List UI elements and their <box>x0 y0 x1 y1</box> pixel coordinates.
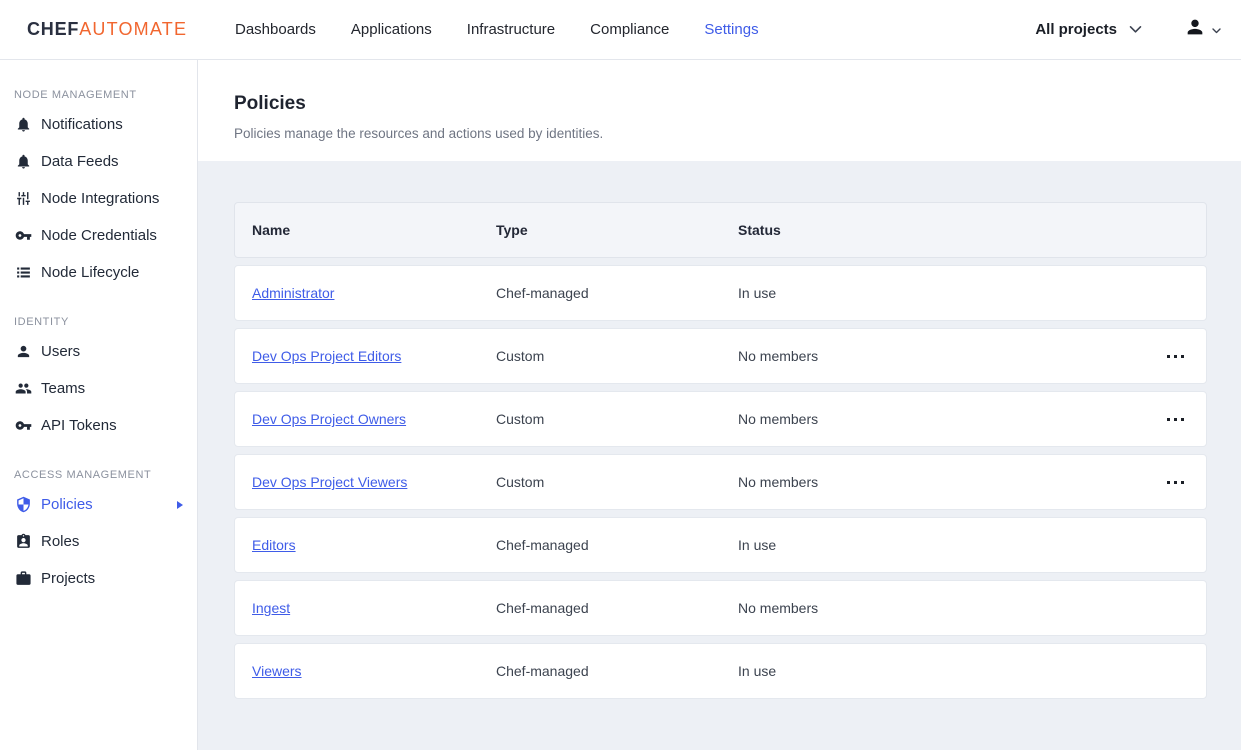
row-menu-button[interactable] <box>1161 410 1190 429</box>
sidebar-item-teams[interactable]: Teams <box>0 370 197 407</box>
table-row: Viewers Chef-managed In use <box>234 643 1207 699</box>
sidebar-item-label: Data Feeds <box>41 153 119 170</box>
badge-icon <box>14 533 32 551</box>
row-menu-button[interactable] <box>1161 473 1190 492</box>
table-row: Administrator Chef-managed In use <box>234 265 1207 321</box>
sidebar-item-label: Users <box>41 343 80 360</box>
policy-status: No members <box>738 411 1144 427</box>
policy-link[interactable]: Dev Ops Project Editors <box>252 348 401 364</box>
column-header-status: Status <box>738 222 1144 238</box>
sidebar-item-label: Node Integrations <box>41 190 159 207</box>
content-area: Name Type Status Administrator Chef-mana… <box>198 161 1241 750</box>
nav-dashboards[interactable]: Dashboards <box>235 21 316 38</box>
user-menu[interactable] <box>1184 16 1221 43</box>
table-row: Editors Chef-managed In use <box>234 517 1207 573</box>
sidebar-item-label: Teams <box>41 380 85 397</box>
table-row: Dev Ops Project Owners Custom No members <box>234 391 1207 447</box>
sidebar-item-label: API Tokens <box>41 417 117 434</box>
policy-type: Chef-managed <box>496 537 738 553</box>
sidebar-item-node-lifecycle[interactable]: Node Lifecycle <box>0 254 197 291</box>
policy-link[interactable]: Ingest <box>252 600 290 616</box>
sidebar-item-notifications[interactable]: Notifications <box>0 106 197 143</box>
sidebar-item-label: Projects <box>41 570 95 587</box>
policy-type: Chef-managed <box>496 663 738 679</box>
policy-type: Chef-managed <box>496 285 738 301</box>
user-avatar-icon <box>1184 16 1206 43</box>
projects-filter-dropdown[interactable]: All projects <box>1035 21 1142 39</box>
nav-settings[interactable]: Settings <box>704 21 758 38</box>
policy-type: Custom <box>496 411 738 427</box>
sidebar-item-label: Policies <box>41 496 93 513</box>
sidebar-item-label: Notifications <box>41 116 123 133</box>
policy-link[interactable]: Viewers <box>252 663 302 679</box>
main-content: Policies Policies manage the resources a… <box>198 60 1241 750</box>
sidebar-section-node-management: NODE MANAGEMENT Notifications Data Feeds… <box>0 89 197 291</box>
sidebar-item-api-tokens[interactable]: API Tokens <box>0 407 197 444</box>
briefcase-icon <box>14 570 32 588</box>
page-title: Policies <box>234 93 1205 115</box>
page-header: Policies Policies manage the resources a… <box>198 60 1241 161</box>
policy-status: No members <box>738 600 1144 616</box>
sidebar-item-label: Roles <box>41 533 79 550</box>
sidebar-item-users[interactable]: Users <box>0 333 197 370</box>
policy-status: No members <box>738 348 1144 364</box>
column-header-type: Type <box>496 222 738 238</box>
list-icon <box>14 264 32 282</box>
sliders-icon <box>14 190 32 208</box>
sidebar-section-access-management: ACCESS MANAGEMENT Policies Roles Project… <box>0 469 197 597</box>
policy-status: In use <box>738 537 1144 553</box>
policy-status: In use <box>738 285 1144 301</box>
logo-chef-text: CHEF <box>27 19 79 40</box>
policy-type: Chef-managed <box>496 600 738 616</box>
nav-infrastructure[interactable]: Infrastructure <box>467 21 555 38</box>
settings-sidebar: NODE MANAGEMENT Notifications Data Feeds… <box>0 60 198 750</box>
policy-link[interactable]: Editors <box>252 537 296 553</box>
column-header-name: Name <box>252 222 496 238</box>
sidebar-item-data-feeds[interactable]: Data Feeds <box>0 143 197 180</box>
key-icon <box>14 227 32 245</box>
nav-applications[interactable]: Applications <box>351 21 432 38</box>
chef-automate-logo[interactable]: CHEFAUTOMATE <box>27 19 235 40</box>
policy-link[interactable]: Dev Ops Project Owners <box>252 411 406 427</box>
group-icon <box>14 380 32 398</box>
primary-nav: Dashboards Applications Infrastructure C… <box>235 21 759 38</box>
key-icon <box>14 417 32 435</box>
logo-automate-text: AUTOMATE <box>79 19 187 40</box>
section-label: NODE MANAGEMENT <box>14 89 197 101</box>
chevron-down-icon <box>1129 21 1142 39</box>
sidebar-item-policies[interactable]: Policies <box>0 486 197 523</box>
bell-icon <box>14 153 32 171</box>
table-row: Dev Ops Project Viewers Custom No member… <box>234 454 1207 510</box>
sidebar-item-projects[interactable]: Projects <box>0 560 197 597</box>
policy-type: Custom <box>496 348 738 364</box>
person-icon <box>14 343 32 361</box>
shield-icon <box>14 496 32 514</box>
policy-status: No members <box>738 474 1144 490</box>
top-navbar: CHEFAUTOMATE Dashboards Applications Inf… <box>0 0 1241 60</box>
sidebar-item-node-integrations[interactable]: Node Integrations <box>0 180 197 217</box>
sidebar-section-identity: IDENTITY Users Teams API Tokens <box>0 316 197 444</box>
sidebar-item-label: Node Credentials <box>41 227 157 244</box>
sidebar-item-roles[interactable]: Roles <box>0 523 197 560</box>
table-row: Dev Ops Project Editors Custom No member… <box>234 328 1207 384</box>
row-menu-button[interactable] <box>1161 347 1190 366</box>
expand-arrow-icon[interactable] <box>177 501 183 509</box>
table-row: Ingest Chef-managed No members <box>234 580 1207 636</box>
policy-status: In use <box>738 663 1144 679</box>
section-label: IDENTITY <box>14 316 197 328</box>
section-label: ACCESS MANAGEMENT <box>14 469 197 481</box>
policy-type: Custom <box>496 474 738 490</box>
page-subtitle: Policies manage the resources and action… <box>234 126 1205 141</box>
bell-icon <box>14 116 32 134</box>
table-header-row: Name Type Status <box>234 202 1207 258</box>
projects-filter-label: All projects <box>1035 21 1117 38</box>
nav-compliance[interactable]: Compliance <box>590 21 669 38</box>
policy-link[interactable]: Administrator <box>252 285 334 301</box>
sidebar-item-node-credentials[interactable]: Node Credentials <box>0 217 197 254</box>
policy-link[interactable]: Dev Ops Project Viewers <box>252 474 407 490</box>
chevron-down-icon <box>1212 21 1221 39</box>
policies-table: Name Type Status Administrator Chef-mana… <box>234 202 1207 699</box>
sidebar-item-label: Node Lifecycle <box>41 264 139 281</box>
navbar-right: All projects <box>1035 16 1221 43</box>
